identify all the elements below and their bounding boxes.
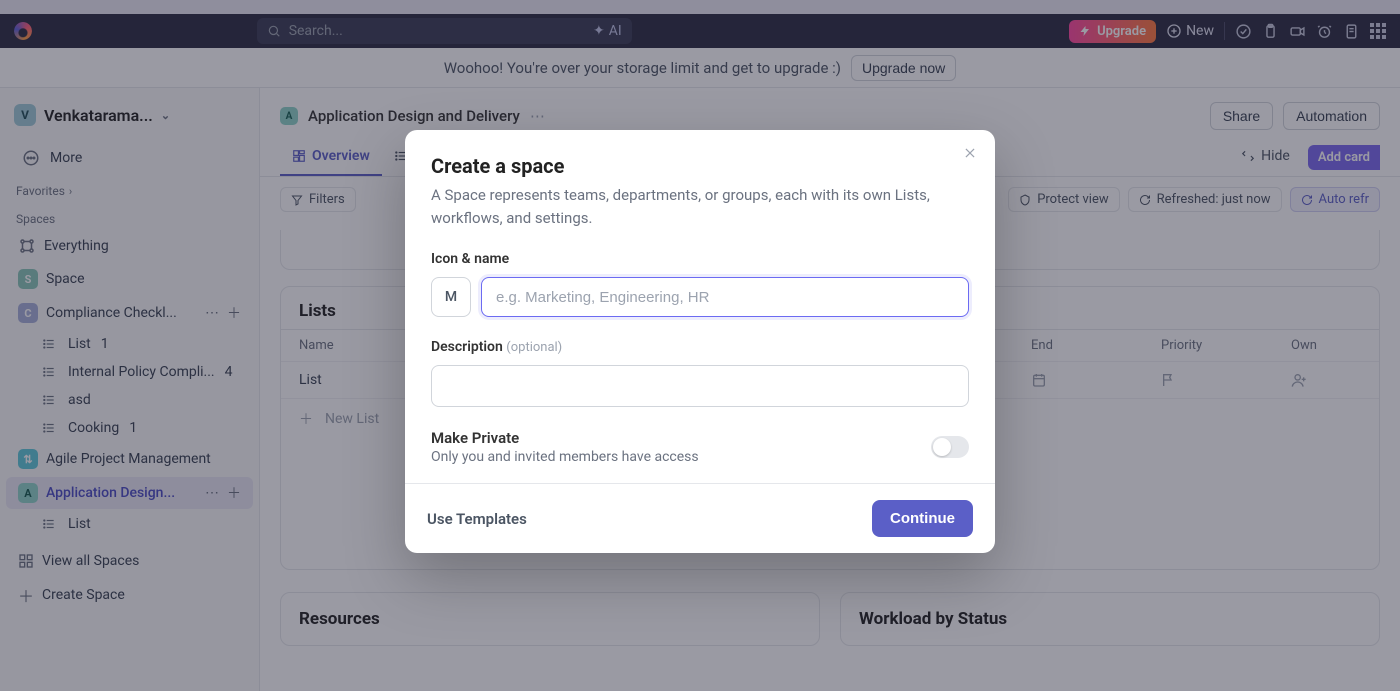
description-label: Description (optional)	[431, 339, 969, 355]
continue-button[interactable]: Continue	[872, 500, 973, 537]
icon-name-label: Icon & name	[431, 251, 969, 267]
modal-overlay[interactable]: Create a space A Space represents teams,…	[0, 0, 1400, 691]
use-templates-button[interactable]: Use Templates	[427, 510, 527, 528]
space-icon-picker[interactable]: M	[431, 277, 471, 317]
modal-subtitle: A Space represents teams, departments, o…	[431, 184, 931, 229]
private-title: Make Private	[431, 429, 699, 447]
private-subtitle: Only you and invited members have access	[431, 449, 699, 465]
private-row: Make Private Only you and invited member…	[431, 429, 969, 465]
space-description-input[interactable]	[431, 365, 969, 407]
close-icon[interactable]	[963, 146, 977, 160]
private-toggle[interactable]	[931, 436, 969, 458]
space-name-input[interactable]	[481, 277, 969, 317]
modal-title: Create a space	[431, 154, 969, 178]
create-space-modal: Create a space A Space represents teams,…	[405, 130, 995, 553]
